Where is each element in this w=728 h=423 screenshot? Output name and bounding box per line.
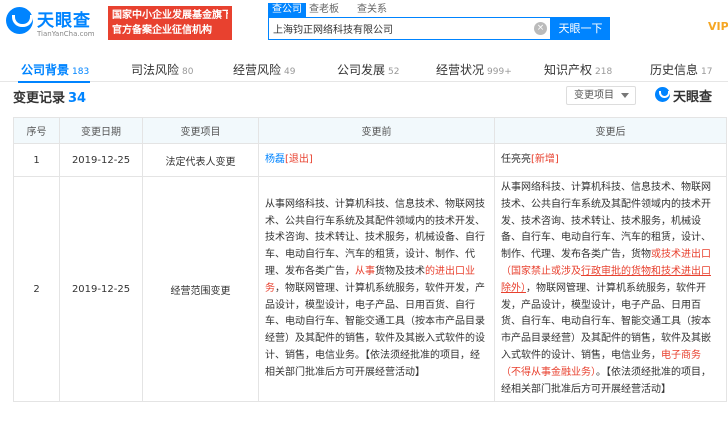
credit-banner[interactable]: 国家中小企业发展基金旗下 官方备案企业征信机构 xyxy=(108,6,232,40)
logo-eye-icon xyxy=(6,7,33,34)
vip-link[interactable]: VIP xyxy=(708,20,728,33)
header-index: 序号 xyxy=(13,117,60,144)
search-input[interactable] xyxy=(273,18,531,39)
filter-label: 变更项目 xyxy=(574,90,614,101)
change-item-filter[interactable]: 变更项目 xyxy=(566,86,636,105)
tab-label: 知识产权 xyxy=(544,63,593,77)
tab-company-background[interactable]: 公司背景 183 xyxy=(21,58,89,82)
tab-label: 公司发展 xyxy=(337,63,386,77)
before-text-2: 货物及技术 xyxy=(375,265,425,277)
logo[interactable]: 天眼查 TianYanCha.com xyxy=(6,5,106,41)
table-row: 2 2019-12-25 经营范围变更 从事网络科技、计算机科技、信息技术、物联… xyxy=(13,175,727,403)
search-tab-relation[interactable]: 查关系 xyxy=(357,3,387,17)
watermark-logo: 天眼查 xyxy=(655,85,725,105)
tab-count: 183 xyxy=(72,67,90,77)
chevron-down-icon xyxy=(621,93,629,98)
search-tab-boss[interactable]: 查老板 xyxy=(309,3,339,17)
cell-item: 经营范围变更 xyxy=(142,175,259,403)
cell-after: 任亮亮[新增] xyxy=(494,143,727,177)
person-link[interactable]: 杨磊 xyxy=(265,154,285,165)
before-diff-1: 从事 xyxy=(355,265,375,277)
cell-item: 法定代表人变更 xyxy=(142,143,259,177)
table-header-row: 序号 变更日期 变更项目 变更前 变更后 xyxy=(13,117,727,144)
logo-eye-icon xyxy=(655,87,670,102)
tab-label: 公司背景 xyxy=(21,63,70,77)
category-tabs: 公司背景 183 司法风险 80 经营风险 49 公司发展 52 经营状况 999+ 知识… xyxy=(0,58,728,82)
section-title: 变更记录 34 xyxy=(13,87,86,106)
tab-operating-status[interactable]: 经营状况 999+ xyxy=(436,58,512,82)
tab-label: 司法风险 xyxy=(131,63,180,77)
tab-count: 80 xyxy=(182,67,194,77)
header-item: 变更项目 xyxy=(142,117,259,144)
cell-before: 杨磊[退出] xyxy=(258,143,495,177)
tab-history-info[interactable]: 历史信息 17 xyxy=(650,58,712,82)
header-after: 变更后 xyxy=(494,117,727,144)
tab-legal-risk[interactable]: 司法风险 80 xyxy=(131,58,193,82)
tab-label: 历史信息 xyxy=(650,63,699,77)
cell-date: 2019-12-25 xyxy=(59,143,143,177)
watermark-text: 天眼查 xyxy=(673,90,713,105)
search-tab-company[interactable]: 查公司 xyxy=(268,3,306,17)
change-records-table: 序号 变更日期 变更项目 变更前 变更后 1 2019-12-25 法定代表人变… xyxy=(13,117,727,403)
banner-line-2: 官方备案企业征信机构 xyxy=(112,25,212,36)
tab-count: 52 xyxy=(388,67,400,77)
top-bar: 天眼查 TianYanCha.com 国家中小企业发展基金旗下 官方备案企业征信… xyxy=(0,0,728,46)
header-before: 变更前 xyxy=(258,117,495,144)
tab-label: 经营风险 xyxy=(233,63,282,77)
logo-domain: TianYanCha.com xyxy=(37,30,95,38)
tab-count: 17 xyxy=(701,67,713,77)
logo-name: 天眼查 xyxy=(37,11,91,31)
cell-index: 2 xyxy=(13,175,60,403)
tab-count: 999+ xyxy=(487,67,512,77)
table-row: 1 2019-12-25 法定代表人变更 杨磊[退出] 任亮亮[新增] xyxy=(13,143,727,177)
tab-count: 49 xyxy=(284,67,296,77)
new-tag: [新增] xyxy=(531,153,559,165)
cell-date: 2019-12-25 xyxy=(59,175,143,403)
tab-company-development[interactable]: 公司发展 52 xyxy=(337,58,399,82)
header-date: 变更日期 xyxy=(59,117,143,144)
search-button[interactable]: 天眼一下 xyxy=(551,17,610,40)
section-title-label: 变更记录 xyxy=(13,91,66,106)
active-tab-underline xyxy=(18,81,90,83)
page: 天眼查 TianYanCha.com 国家中小企业发展基金旗下 官方备案企业征信… xyxy=(0,0,728,423)
cell-before: 从事网络科技、计算机科技、信息技术、物联网技术、公共自行车系统及其配件领域内的技… xyxy=(258,175,495,403)
exit-tag: [退出] xyxy=(285,153,313,165)
tab-count: 218 xyxy=(595,67,613,77)
tab-label: 经营状况 xyxy=(436,63,485,77)
cell-index: 1 xyxy=(13,143,60,177)
tab-intellectual-property[interactable]: 知识产权 218 xyxy=(544,58,612,82)
section-count: 34 xyxy=(68,91,87,106)
before-text-3: ，物联网管理、计算机系统服务，软件开发，产品设计，模型设计，电子产品、日用百货、… xyxy=(265,282,485,378)
clear-icon[interactable]: × xyxy=(534,22,547,35)
tab-business-risk[interactable]: 经营风险 49 xyxy=(233,58,295,82)
person-name: 任亮亮 xyxy=(501,153,531,165)
cell-after: 从事网络科技、计算机科技、信息技术、物联网技术、公共自行车系统及其配件领域内的技… xyxy=(494,175,727,403)
search-box: × xyxy=(268,17,551,40)
banner-line-1: 国家中小企业发展基金旗下 xyxy=(112,10,228,21)
